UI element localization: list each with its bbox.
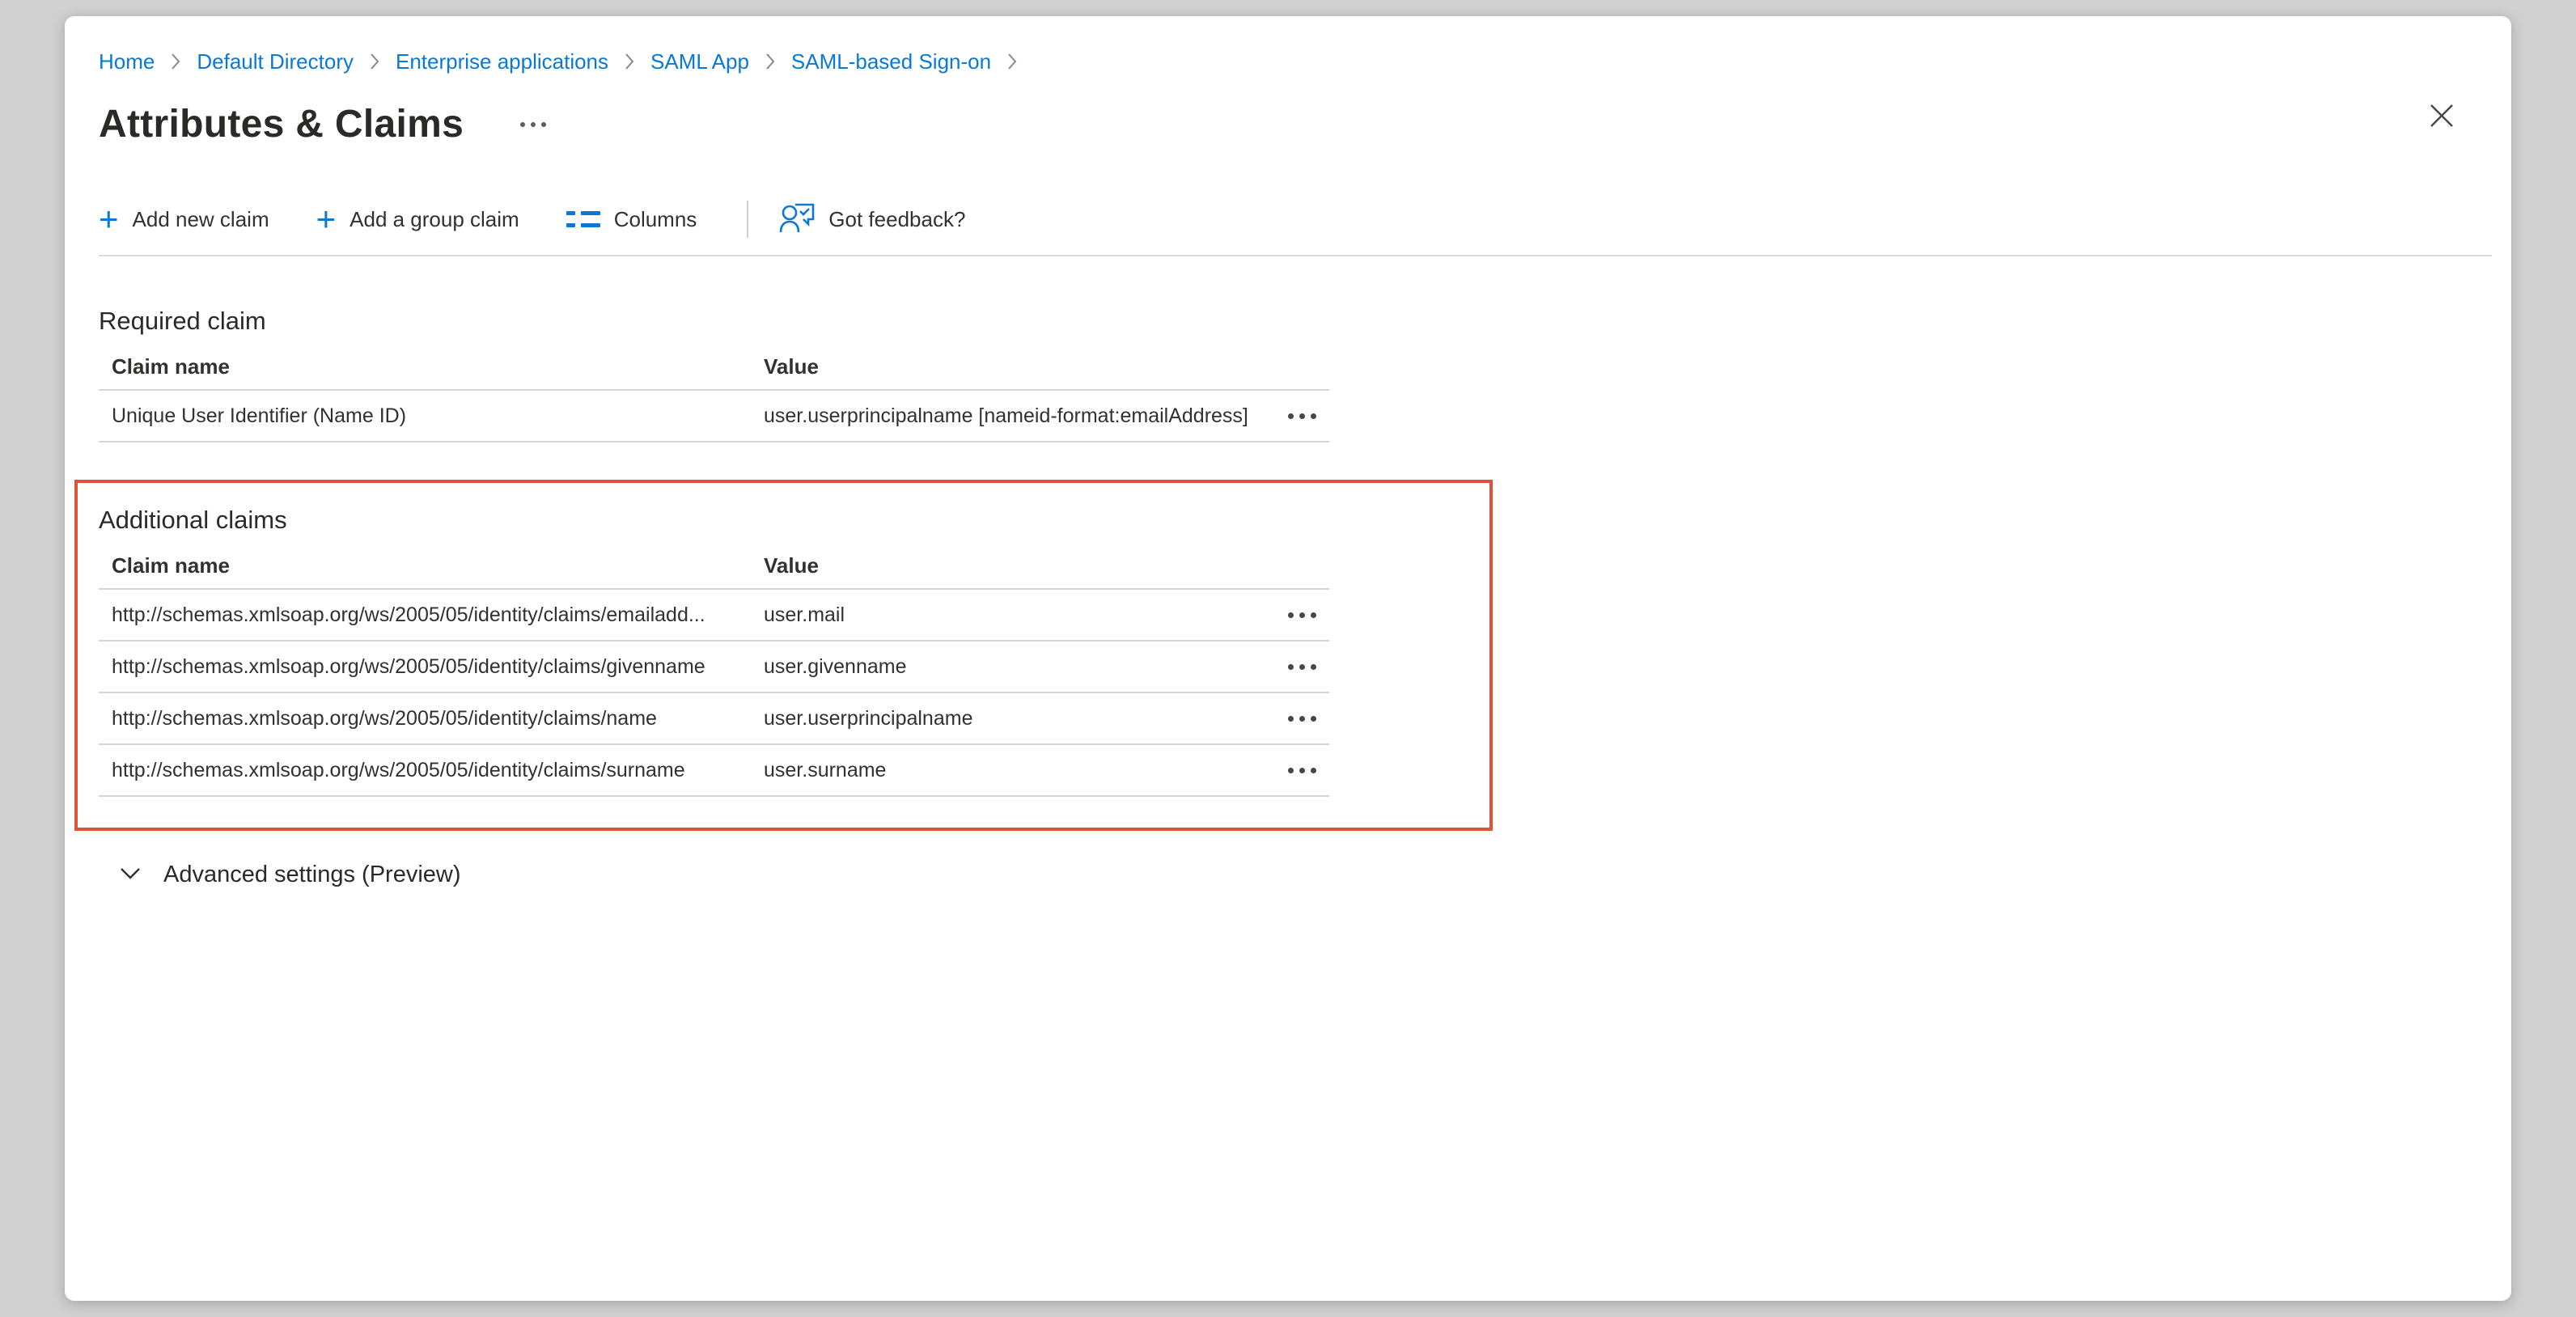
claim-name-cell: http://schemas.xmlsoap.org/ws/2005/05/id…: [99, 759, 764, 782]
advanced-settings-toggle[interactable]: Advanced settings (Preview): [118, 862, 461, 888]
table-row[interactable]: http://schemas.xmlsoap.org/ws/2005/05/id…: [99, 745, 1329, 797]
close-icon: [2428, 102, 2455, 132]
claim-name-column-header: Claim name: [99, 553, 764, 578]
add-new-claim-button[interactable]: + Add new claim: [99, 205, 269, 234]
add-group-claim-button[interactable]: + Add a group claim: [316, 205, 519, 234]
claim-name-cell: http://schemas.xmlsoap.org/ws/2005/05/id…: [99, 707, 764, 730]
claim-value-cell: user.mail: [764, 603, 1282, 627]
breadcrumb: Home Default Directory Enterprise applic…: [99, 45, 2477, 78]
chevron-right-icon: [368, 51, 381, 72]
page-header: Attributes & Claims: [99, 102, 2477, 146]
breadcrumb-saml-based-sign-on[interactable]: SAML-based Sign-on: [791, 49, 991, 74]
breadcrumb-saml-app[interactable]: SAML App: [650, 49, 749, 74]
got-feedback-label: Got feedback?: [828, 207, 965, 232]
value-column-header: Value: [764, 553, 1329, 578]
add-group-claim-label: Add a group claim: [350, 207, 519, 232]
plus-icon: +: [316, 205, 337, 234]
chevron-right-icon: [169, 51, 182, 72]
feedback-person-icon: [779, 200, 815, 239]
chevron-down-icon: [118, 866, 142, 884]
row-ellipsis-button[interactable]: [1282, 756, 1329, 785]
command-bar: + Add new claim + Add a group claim Colu…: [99, 200, 2477, 239]
attributes-claims-panel: Home Default Directory Enterprise applic…: [65, 16, 2511, 1301]
value-column-header: Value: [764, 354, 1329, 379]
breadcrumb-enterprise-applications[interactable]: Enterprise applications: [396, 49, 608, 74]
chevron-right-icon: [623, 51, 636, 72]
required-claim-section: Required claim Claim name Value Unique U…: [99, 307, 2477, 443]
table-header-row: Claim name Value: [99, 344, 1329, 391]
more-options-icon[interactable]: [514, 116, 553, 133]
table-row[interactable]: http://schemas.xmlsoap.org/ws/2005/05/id…: [99, 590, 1329, 642]
row-ellipsis-button[interactable]: [1282, 402, 1329, 430]
table-row[interactable]: http://schemas.xmlsoap.org/ws/2005/05/id…: [99, 642, 1329, 693]
breadcrumb-default-directory[interactable]: Default Directory: [197, 49, 354, 74]
claim-name-cell: http://schemas.xmlsoap.org/ws/2005/05/id…: [99, 603, 764, 627]
claim-value-cell: user.userprincipalname: [764, 707, 1282, 730]
got-feedback-button[interactable]: Got feedback?: [779, 200, 965, 239]
toolbar-divider-rule: [99, 255, 2492, 256]
toolbar-divider: [747, 201, 748, 238]
row-ellipsis-button[interactable]: [1282, 601, 1329, 629]
required-claim-title: Required claim: [99, 307, 2477, 336]
row-ellipsis-button[interactable]: [1282, 705, 1329, 733]
chevron-right-icon: [764, 51, 777, 72]
page-title: Attributes & Claims: [99, 102, 464, 146]
columns-button[interactable]: Columns: [566, 207, 697, 232]
plus-icon: +: [99, 205, 119, 234]
close-button[interactable]: [2419, 94, 2464, 139]
claim-name-column-header: Claim name: [99, 354, 764, 379]
claim-value-cell: user.surname: [764, 759, 1282, 782]
additional-claims-highlight-box: Additional claims Claim name Value http:…: [74, 480, 1493, 831]
required-claim-table: Claim name Value Unique User Identifier …: [99, 344, 1329, 443]
claim-value-cell: user.givenname: [764, 655, 1282, 679]
row-ellipsis-button[interactable]: [1282, 653, 1329, 681]
table-row[interactable]: http://schemas.xmlsoap.org/ws/2005/05/id…: [99, 693, 1329, 745]
table-header-row: Claim name Value: [99, 543, 1329, 590]
additional-claims-table: Claim name Value http://schemas.xmlsoap.…: [99, 543, 1329, 797]
claim-value-cell: user.userprincipalname [nameid-format:em…: [764, 404, 1282, 428]
add-new-claim-label: Add new claim: [133, 207, 269, 232]
advanced-settings-label: Advanced settings (Preview): [163, 862, 461, 888]
claim-name-cell: Unique User Identifier (Name ID): [99, 404, 764, 428]
table-row[interactable]: Unique User Identifier (Name ID) user.us…: [99, 391, 1329, 443]
additional-claims-title: Additional claims: [99, 506, 1489, 535]
columns-label: Columns: [614, 207, 697, 232]
chevron-right-icon: [1006, 51, 1019, 72]
breadcrumb-home[interactable]: Home: [99, 49, 155, 74]
claim-name-cell: http://schemas.xmlsoap.org/ws/2005/05/id…: [99, 655, 764, 679]
columns-icon: [566, 211, 600, 227]
